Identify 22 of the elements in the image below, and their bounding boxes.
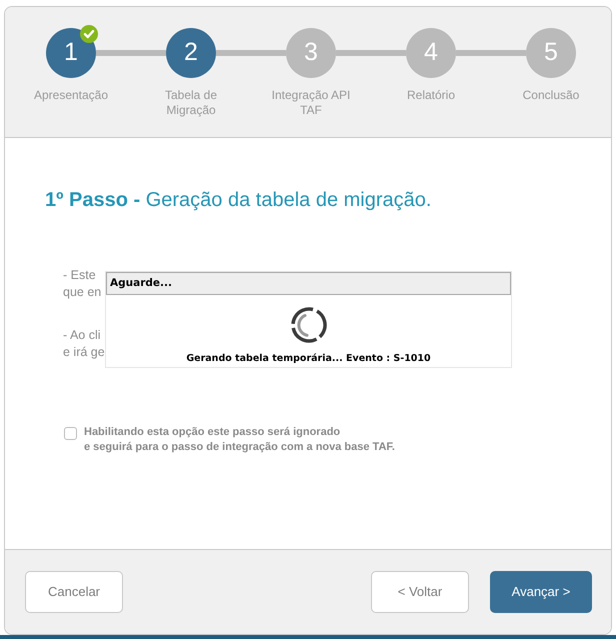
step-connector: [336, 50, 406, 56]
step-label: Relatório: [406, 88, 456, 103]
back-button[interactable]: < Voltar: [371, 571, 469, 613]
step-label: Integração API TAF: [270, 88, 352, 118]
step-connector: [216, 50, 286, 56]
dialog-title: Aguarde...: [110, 276, 172, 291]
step-label: Tabela de Migração: [164, 88, 218, 118]
cancel-button[interactable]: Cancelar: [25, 571, 123, 613]
step-connector: [456, 50, 526, 56]
instruction-text: e irá ge: [63, 344, 105, 361]
skip-checkbox[interactable]: [64, 426, 77, 440]
skip-option-label: Habilitando esta opção este passo será ignorado e seguirá para o passo de integração com a nova base TAF.: [84, 425, 395, 455]
dialog-message: Gerando tabela temporária... Evento : S-1010: [186, 353, 431, 365]
instruction-text: que en: [63, 284, 102, 301]
spinner-icon: [290, 307, 326, 343]
step-title: 1º Passo - Geração da tabela de migração.: [45, 188, 432, 212]
next-button[interactable]: Avançar >: [490, 571, 592, 613]
instruction-text: - Ao cli: [63, 327, 101, 344]
instruction-text: - Este: [63, 267, 96, 284]
step-label: Apresentação: [34, 88, 108, 103]
step-connector: [96, 50, 166, 56]
step-label: Conclusão: [522, 88, 580, 103]
